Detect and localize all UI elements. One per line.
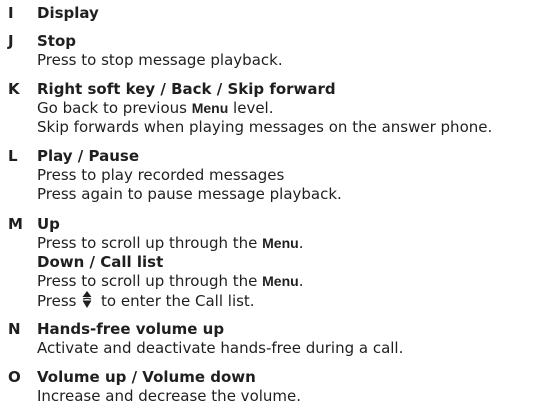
entry-description-line: Go back to previous Menu level.: [37, 99, 555, 118]
entry-description: Press to stop message playback.: [37, 51, 283, 69]
entry-description: Activate and deactivate hands-free durin…: [37, 339, 404, 357]
entry-description-line: Press to scroll up through the Menu.: [37, 272, 555, 291]
entry-description-line: Skip forwards when playing messages on t…: [37, 118, 493, 136]
text-segment: level.: [228, 99, 274, 117]
entry-letter: N: [8, 320, 21, 338]
entry-letter: K: [8, 80, 20, 98]
entry-letter: O: [8, 368, 21, 386]
text-segment: .: [298, 272, 304, 290]
menu-keyword: Menu: [262, 235, 299, 251]
entry-title: Hands-free volume up: [37, 320, 225, 338]
entry-description: Increase and decrease the volume.: [37, 387, 302, 405]
text-segment: to enter the Call list.: [96, 292, 255, 310]
menu-keyword: Menu: [191, 100, 229, 116]
entry-description-line: Press to play recorded messages: [37, 166, 285, 184]
entry-title: Play / Pause: [37, 147, 139, 165]
entry-letter: L: [8, 147, 18, 165]
entry-description-line: Press again to pause message playback.: [37, 185, 342, 203]
nav-down-key-icon: [82, 291, 92, 309]
entry-description-line: Press to enter the Call list.: [37, 291, 555, 311]
entry-title: Display: [37, 4, 99, 22]
text-segment: Go back to previous: [37, 99, 192, 117]
entry-title: Right soft key / Back / Skip forward: [37, 80, 336, 98]
text-segment: .: [298, 234, 304, 252]
text-segment: Press: [37, 292, 82, 310]
entry-title: Volume up / Volume down: [37, 368, 256, 386]
text-segment: Press to scroll up through the: [37, 272, 263, 290]
entry-subtitle: Down / Call list: [37, 253, 164, 271]
keypad-reference-page: { "entries": [ {"letter": "I", "title": …: [0, 0, 555, 412]
entry-title: Stop: [37, 32, 77, 50]
entry-letter: I: [8, 4, 14, 22]
entry-description-line: Press to scroll up through the Menu.: [37, 234, 555, 253]
text-segment: Press to scroll up through the: [37, 234, 263, 252]
entry-letter: J: [8, 32, 14, 50]
menu-keyword: Menu: [262, 273, 299, 289]
entry-letter: M: [8, 215, 23, 233]
entry-title: Up: [37, 215, 60, 233]
